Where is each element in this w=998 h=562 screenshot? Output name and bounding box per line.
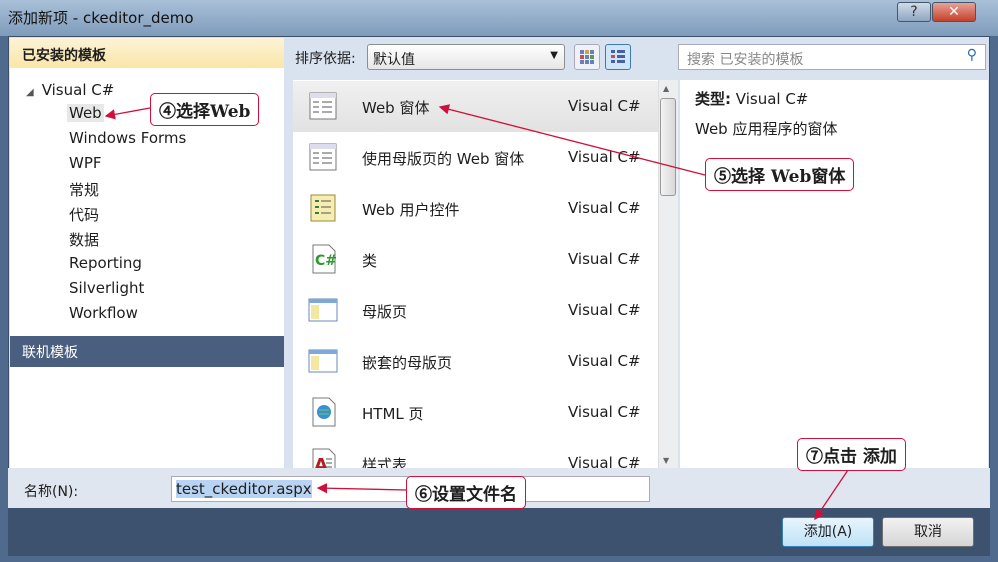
details-type: 类型: Visual C# xyxy=(695,88,808,109)
list-view-button[interactable] xyxy=(605,44,631,70)
tree-item[interactable]: Web xyxy=(67,104,104,122)
list-view-icon xyxy=(611,50,625,63)
template-language: Visual C# xyxy=(568,403,641,421)
template-list: Web 窗体 Visual C# 使用母版页的 Web 窗体 Visual C# Web… xyxy=(293,80,658,468)
sort-value: 默认值 xyxy=(373,52,415,68)
grid-view-icon xyxy=(580,50,594,64)
type-value: Visual C# xyxy=(735,90,809,108)
name-label: 名称(N): xyxy=(24,484,79,500)
user-control-icon xyxy=(307,192,339,224)
template-language: Visual C# xyxy=(568,199,641,217)
master-page-icon xyxy=(307,294,339,326)
installed-templates-header[interactable]: 已安装的模板 xyxy=(10,38,284,68)
annotation-5: ⑤选择 Web窗体 xyxy=(705,158,855,191)
scroll-up-icon[interactable]: ▲ xyxy=(663,84,669,93)
close-button[interactable]: ✕ xyxy=(932,2,976,22)
medium-icons-view-button[interactable] xyxy=(574,44,600,70)
search-input[interactable]: 搜索 已安装的模板 ⚲ xyxy=(678,44,986,70)
template-row[interactable]: 使用母版页的 Web 窗体 Visual C# xyxy=(293,132,658,183)
search-icon[interactable]: ⚲ xyxy=(967,47,977,63)
template-name: HTML 页 xyxy=(362,405,424,423)
expand-arrow-icon[interactable]: ◢ xyxy=(26,87,34,98)
html-page-icon xyxy=(307,396,339,428)
svg-text:A: A xyxy=(314,455,328,468)
tree-item[interactable]: WPF xyxy=(69,154,102,172)
sort-label: 排序依据: xyxy=(295,51,356,67)
template-language: Visual C# xyxy=(568,352,641,370)
web-form-master-icon xyxy=(307,141,339,173)
window-title: 添加新项 - ckeditor_demo xyxy=(8,9,194,27)
template-row[interactable]: Web 用户控件 Visual C# xyxy=(293,183,658,234)
cancel-button[interactable]: 取消 xyxy=(882,517,974,547)
scroll-down-icon[interactable]: ▼ xyxy=(663,456,669,465)
details-description: Web 应用程序的窗体 xyxy=(695,120,838,138)
annotation-4: ④选择Web xyxy=(150,93,260,126)
add-button[interactable]: 添加(A) xyxy=(782,517,874,547)
sort-select[interactable]: 默认值 ▼ xyxy=(367,44,565,70)
template-name: 类 xyxy=(362,252,378,270)
name-value: test_ckeditor.aspx xyxy=(176,480,312,498)
annotation-7: ⑦点击 添加 xyxy=(797,438,906,471)
svg-text:C#: C# xyxy=(315,253,337,269)
template-name: 嵌套的母版页 xyxy=(362,354,453,372)
class-icon: C# xyxy=(307,243,339,275)
template-row[interactable]: Web 窗体 Visual C# xyxy=(293,81,658,132)
template-row[interactable]: A 样式表 Visual C# xyxy=(293,438,658,468)
template-row[interactable]: C# 类 Visual C# xyxy=(293,234,658,285)
search-placeholder: 搜索 已安装的模板 xyxy=(687,52,804,68)
tree-item[interactable]: Workflow xyxy=(69,304,138,322)
online-templates-header[interactable]: 联机模板 xyxy=(10,336,284,367)
template-name: 使用母版页的 Web 窗体 xyxy=(362,150,525,168)
annotation-6: ⑥设置文件名 xyxy=(406,476,526,509)
template-language: Visual C# xyxy=(568,454,641,468)
template-row[interactable]: 母版页 Visual C# xyxy=(293,285,658,336)
tree-item[interactable]: Silverlight xyxy=(69,279,144,297)
template-name: 样式表 xyxy=(362,456,408,468)
tree-item[interactable]: Reporting xyxy=(69,254,142,272)
chevron-down-icon: ▼ xyxy=(550,50,558,61)
template-language: Visual C# xyxy=(568,97,641,115)
tree-item[interactable]: Windows Forms xyxy=(69,129,186,147)
help-button[interactable]: ? xyxy=(897,2,931,22)
template-language: Visual C# xyxy=(568,301,641,319)
tree-root-label: Visual C# xyxy=(41,81,115,99)
template-name: Web 用户控件 xyxy=(362,201,460,219)
tree-root-visual-csharp[interactable]: ◢ Visual C# xyxy=(26,81,114,99)
web-form-icon xyxy=(307,90,339,122)
nested-master-icon xyxy=(307,345,339,377)
type-label: 类型: xyxy=(695,90,731,108)
template-language: Visual C# xyxy=(568,250,641,268)
template-name: Web 窗体 xyxy=(362,99,430,117)
template-name: 母版页 xyxy=(362,303,408,321)
tree-item[interactable]: 常规 xyxy=(69,179,99,200)
template-row[interactable]: HTML 页 Visual C# xyxy=(293,387,658,438)
template-row[interactable]: 嵌套的母版页 Visual C# xyxy=(293,336,658,387)
tree-item[interactable]: 数据 xyxy=(69,229,99,250)
tree-item[interactable]: 代码 xyxy=(69,204,99,225)
template-language: Visual C# xyxy=(568,148,641,166)
scrollbar-thumb[interactable] xyxy=(660,98,676,196)
stylesheet-icon: A xyxy=(307,447,339,468)
